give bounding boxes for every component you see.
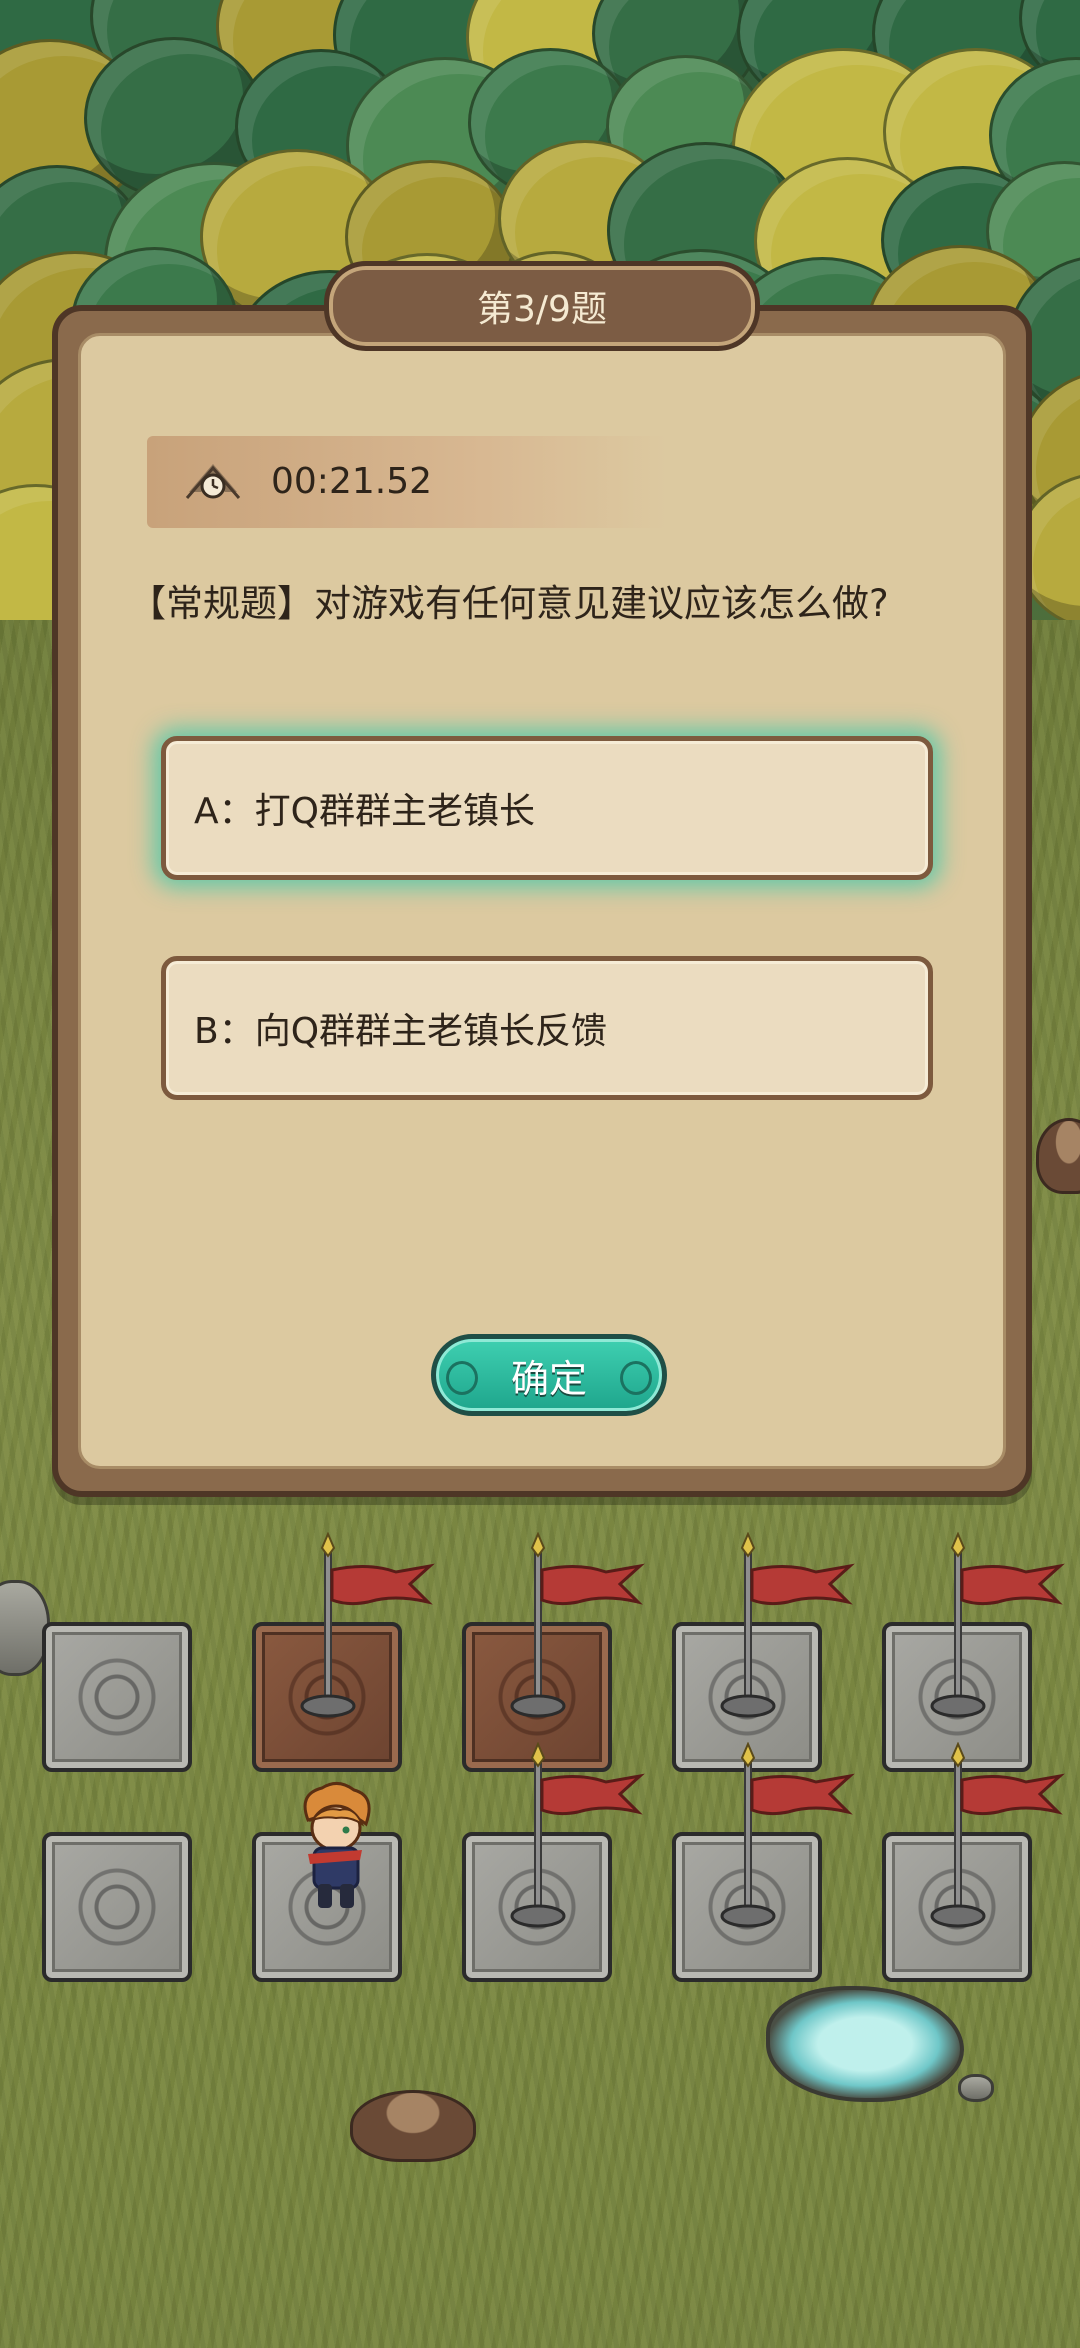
flag-icon <box>930 1532 1065 1718</box>
answer-option-a-label: A：打Q群群主老镇长 <box>194 791 535 832</box>
flag-icon <box>300 1532 435 1718</box>
answer-option-a[interactable]: A：打Q群群主老镇长 <box>161 736 933 880</box>
quiz-dialog: 00:21.52 【常规题】对游戏有任何意见建议应该怎么做? A：打Q群群主老镇… <box>52 261 1032 1497</box>
flag-icon <box>510 1742 645 1928</box>
pebble <box>958 2074 994 2102</box>
board-tile[interactable] <box>42 1832 192 1982</box>
question-counter: 第3/9题 <box>477 289 607 330</box>
timer-value: 00:21.52 <box>271 461 432 502</box>
flag-icon <box>930 1742 1065 1928</box>
confirm-button[interactable]: 确定 <box>431 1334 667 1416</box>
tree-stump <box>350 2090 476 2162</box>
ornament-icon <box>620 1361 652 1395</box>
answer-option-b-label: B：向Q群群主老镇长反馈 <box>194 1011 608 1052</box>
flag-icon <box>510 1532 645 1718</box>
answer-option-b[interactable]: B：向Q群群主老镇长反馈 <box>161 956 933 1100</box>
flag-icon <box>720 1742 855 1928</box>
clock-icon <box>185 464 241 499</box>
hero-character[interactable] <box>288 1780 384 1912</box>
question-counter-plate: 第3/9题 <box>324 261 760 351</box>
flag-icon <box>720 1532 855 1718</box>
confirm-button-label: 确定 <box>510 1356 587 1401</box>
quiz-dialog-body: 00:21.52 【常规题】对游戏有任何意见建议应该怎么做? A：打Q群群主老镇… <box>78 333 1006 1469</box>
timer-bar: 00:21.52 <box>147 436 667 528</box>
board-tile[interactable] <box>42 1622 192 1772</box>
question-text: 【常规题】对游戏有任何意见建议应该怎么做? <box>129 582 889 625</box>
ornament-icon <box>446 1361 478 1395</box>
game-screen: 00:21.52 【常规题】对游戏有任何意见建议应该怎么做? A：打Q群群主老镇… <box>0 0 1080 2348</box>
